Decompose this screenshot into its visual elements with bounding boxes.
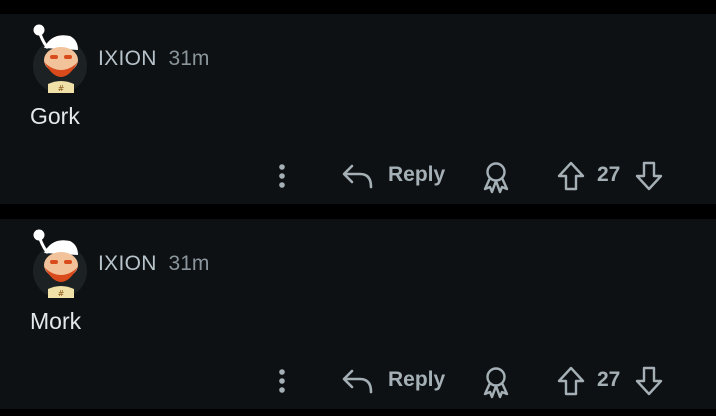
comment-card: # IXION 31m Mork Reply 27 [0,219,716,409]
reply-button[interactable]: Reply [388,162,445,188]
more-vertical-icon[interactable] [272,162,292,190]
arrow-down-icon[interactable] [634,160,664,192]
avatar[interactable]: # [30,227,88,299]
award-icon[interactable] [480,365,512,399]
vote-score: 27 [597,368,621,391]
comment-feed: # IXION 31m Gork Reply 27 # IXION 31m Mo… [0,0,716,416]
timestamp: 31m [168,252,210,275]
arrow-up-icon[interactable] [556,365,586,397]
reply-arrow-icon[interactable] [340,365,376,397]
timestamp: 31m [168,47,210,70]
comment-body: Mork [30,308,82,334]
svg-text:#: # [58,289,65,298]
comment-actions: Reply 27 [0,154,716,198]
award-icon[interactable] [480,160,512,194]
username-link[interactable]: IXION [98,252,157,275]
comment-meta: IXION 31m [98,46,209,72]
vote-score: 27 [597,163,621,186]
comment-actions: Reply 27 [0,359,716,403]
arrow-down-icon[interactable] [634,365,664,397]
comment-meta: IXION 31m [98,251,209,277]
reply-button[interactable]: Reply [388,367,445,393]
comment-body: Gork [30,103,80,129]
reply-arrow-icon[interactable] [340,160,376,192]
comment-card: # IXION 31m Gork Reply 27 [0,14,716,204]
svg-text:#: # [58,84,65,93]
avatar[interactable]: # [30,22,88,94]
username-link[interactable]: IXION [98,47,157,70]
arrow-up-icon[interactable] [556,160,586,192]
more-vertical-icon[interactable] [272,367,292,395]
